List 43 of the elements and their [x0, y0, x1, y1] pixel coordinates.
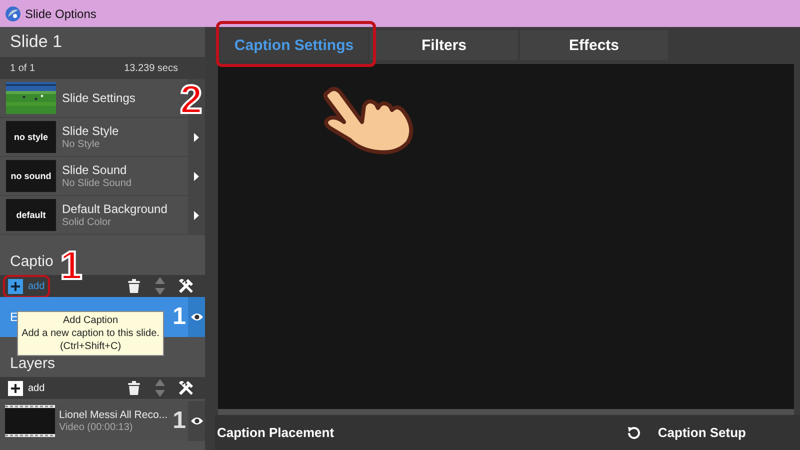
- option-subtitle: Solid Color: [62, 217, 112, 228]
- layer-title: Lionel Messi All Reco...: [59, 409, 169, 421]
- plus-icon: [8, 380, 23, 396]
- option-subtitle: No Slide Sound: [62, 178, 132, 189]
- step-number: 2: [180, 80, 202, 120]
- caption-text: E: [10, 310, 18, 324]
- add-button[interactable]: add: [6, 380, 47, 396]
- app-icon: [5, 6, 21, 22]
- add-button[interactable]: add: [6, 278, 47, 294]
- caption-setup-button[interactable]: Caption Setup: [658, 425, 746, 440]
- section-title: Captio: [10, 253, 54, 270]
- option-title: Default Background: [62, 202, 168, 216]
- caption-placement-label: Caption Placement: [217, 425, 334, 440]
- slide-position: 1 of 1: [10, 62, 36, 74]
- eye-icon[interactable]: [190, 312, 204, 322]
- section-title: Layers: [10, 355, 56, 372]
- step-number: 1: [60, 246, 82, 286]
- slide-duration: 13.239 secs: [124, 62, 178, 74]
- window-title: Slide Options: [25, 6, 96, 20]
- option-row[interactable]: no style Slide Style No Style: [0, 118, 205, 157]
- tab[interactable]: Filters: [370, 30, 518, 60]
- thumbnail-label: no style: [6, 121, 56, 153]
- option-title: Slide Sound: [62, 163, 128, 177]
- reset-icon[interactable]: [626, 424, 642, 440]
- option-row[interactable]: default Default Background Solid Color: [0, 196, 205, 235]
- layer-number: 1: [172, 407, 187, 435]
- tooltip-shortcut: (Ctrl+Shift+C): [58, 340, 122, 353]
- arrow-icon: [194, 210, 199, 220]
- video-thumbnail-icon: [5, 405, 55, 437]
- thumbnail-label: no sound: [6, 160, 56, 192]
- option-title: Slide Style: [62, 124, 120, 138]
- eye-icon[interactable]: [190, 416, 204, 426]
- thumbnail-label: default: [6, 199, 56, 231]
- plus-icon: [8, 278, 23, 294]
- option-subtitle: No Style: [62, 139, 101, 150]
- tab[interactable]: Effects: [520, 30, 668, 60]
- tooltip-text: Add a new caption to this slide.: [20, 327, 160, 340]
- tooltip-title: Add Caption: [62, 314, 120, 327]
- layer-subtitle: Video (00:00:13): [59, 422, 134, 433]
- arrow-icon: [194, 132, 199, 142]
- arrow-icon: [194, 172, 199, 180]
- caption-number: 1: [172, 303, 187, 331]
- option-title: Slide Settings: [62, 91, 136, 105]
